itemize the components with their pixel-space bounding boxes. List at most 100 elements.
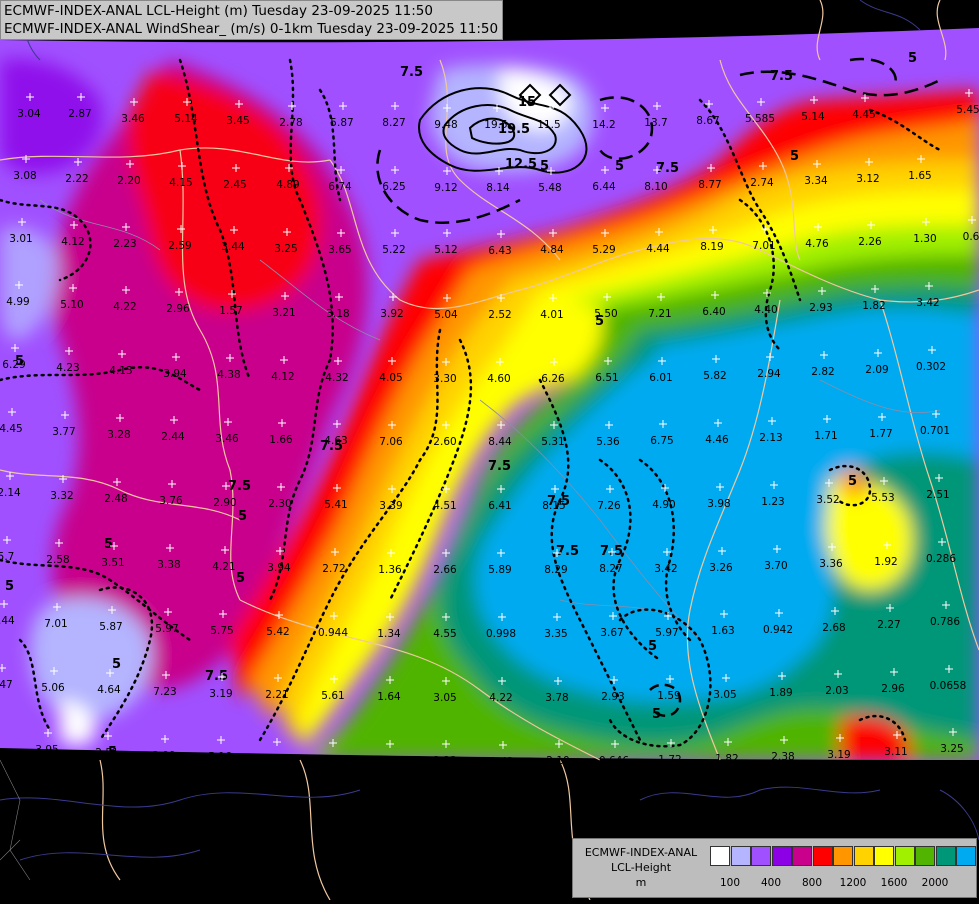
station-value: 4.55 xyxy=(433,628,456,640)
map-title-header: ECMWF-INDEX-ANAL LCL-Height (m) Tuesday … xyxy=(0,0,504,40)
station-value: 5.45 xyxy=(956,104,979,116)
station-value: 5.82 xyxy=(703,370,726,382)
station-value: 4.12 xyxy=(61,236,84,248)
station-value: 2.68 xyxy=(822,622,845,634)
station-value: 6.75 xyxy=(650,435,673,447)
station-value: 3.25 xyxy=(274,243,297,255)
station-value: 1.64 xyxy=(377,691,401,703)
legend-swatch xyxy=(874,846,894,866)
windshear-contour-label: 7.5 xyxy=(770,69,793,84)
station-value: 3.42 xyxy=(654,563,677,575)
legend-swatch xyxy=(812,846,833,866)
station-value: 5.53 xyxy=(871,492,894,504)
station-value: 4.44 xyxy=(0,615,15,627)
legend-swatch xyxy=(956,846,976,866)
station-value: 2.58 xyxy=(46,554,69,566)
station-value: 3.38 xyxy=(157,559,180,571)
station-value: 19.5 xyxy=(484,119,507,131)
station-value: 3.45 xyxy=(226,115,249,127)
station-value: 1.57 xyxy=(219,305,242,317)
station-value: 5.16 xyxy=(208,751,232,763)
station-value: 1.92 xyxy=(874,556,897,568)
station-value: 3.34 xyxy=(804,175,828,187)
station-value: 6.43 xyxy=(488,245,511,257)
station-value: 5.97 xyxy=(155,623,178,635)
station-value: 1.82 xyxy=(862,300,885,312)
windshear-contour-label: 7.5 xyxy=(656,161,679,176)
station-value: 3.25 xyxy=(940,743,963,755)
station-value: 2.96 xyxy=(881,683,905,695)
station-value: 2.27 xyxy=(877,619,900,631)
station-value: 2.44 xyxy=(161,431,185,443)
station-value: 2.26 xyxy=(858,236,882,248)
station-value: 3.94 xyxy=(267,562,291,574)
station-value: 4.84 xyxy=(540,244,564,256)
station-value: 2.93 xyxy=(601,691,624,703)
windshear-contour-label: 7.5 xyxy=(488,459,511,474)
station-value: 3.32 xyxy=(50,490,73,502)
station-value: 2.38 xyxy=(771,751,794,763)
station-value: 6.44 xyxy=(592,181,616,193)
station-value: 5.14 xyxy=(174,113,198,125)
station-value: 6.40 xyxy=(702,306,725,318)
station-value: 9.48 xyxy=(434,119,457,131)
station-value: 3.30 xyxy=(433,373,456,385)
station-value: 3.26 xyxy=(709,562,733,574)
station-value: 2.23 xyxy=(113,238,136,250)
station-value: 4.12 xyxy=(271,371,294,383)
station-value: 2.72 xyxy=(322,563,345,575)
legend-swatch xyxy=(751,846,771,866)
station-value: 4.90 xyxy=(652,499,675,511)
station-value: 4.22 xyxy=(489,692,512,704)
station-value: 3.51 xyxy=(264,753,287,765)
station-value: 5.87 xyxy=(330,117,353,129)
windshear-contour-label: 5 xyxy=(615,159,624,174)
station-value: 6.74 xyxy=(328,181,352,193)
station-value: 2.78 xyxy=(279,117,302,129)
station-value: 4.23 xyxy=(56,362,79,374)
station-value: 4.46 xyxy=(705,434,729,446)
windshear-contour-label: 5 xyxy=(908,51,917,66)
station-value: 2.74 xyxy=(750,177,774,189)
station-value: 3.99 xyxy=(152,750,175,762)
station-value: 2.09 xyxy=(865,364,888,376)
windshear-contour-label: 5 xyxy=(648,639,657,654)
station-value: 3.51 xyxy=(101,557,124,569)
station-value: 1.66 xyxy=(269,434,293,446)
station-value: 4.38 xyxy=(217,369,240,381)
station-value: 2.22 xyxy=(65,173,88,185)
station-value: 2.94 xyxy=(757,368,781,380)
legend-tick-label: 1200 xyxy=(839,877,867,889)
station-value: 2.82 xyxy=(811,366,834,378)
station-value: 1.77 xyxy=(869,428,892,440)
station-value: 0.286 xyxy=(926,553,956,565)
station-value: 5.48 xyxy=(538,182,561,194)
legend-swatch xyxy=(894,846,915,866)
station-value: 4.22 xyxy=(113,301,136,313)
station-value: 3.65 xyxy=(328,244,351,256)
station-value: 3.44 xyxy=(221,241,245,253)
station-value: 3.05 xyxy=(713,689,736,701)
station-value: 5.585 xyxy=(745,113,775,125)
station-value: 0.786 xyxy=(930,616,960,628)
station-value: 3.19 xyxy=(209,688,232,700)
station-value: 14.2 xyxy=(592,119,615,131)
station-value: 5.89 xyxy=(488,564,511,576)
station-value: 4.60 xyxy=(487,373,510,385)
station-value: 7.21 xyxy=(648,308,671,320)
station-value: 3.19 xyxy=(827,749,850,761)
station-value: 2.93 xyxy=(809,302,832,314)
station-value: 5.12 xyxy=(434,244,457,256)
station-value: 3.21 xyxy=(272,307,295,319)
station-value: 2.23 xyxy=(433,755,456,767)
station-value: 3.94 xyxy=(163,368,187,380)
legend-swatch xyxy=(792,846,812,866)
station-value: 2.13 xyxy=(759,432,782,444)
station-value: 8.77 xyxy=(698,179,721,191)
station-value: 2.87 xyxy=(68,108,91,120)
station-value: 4.05 xyxy=(379,372,402,384)
station-value: 2.30 xyxy=(268,498,291,510)
windshear-contour-label: 5 xyxy=(236,571,245,586)
station-value: 5.97 xyxy=(655,627,678,639)
station-value: 2.21 xyxy=(265,689,288,701)
